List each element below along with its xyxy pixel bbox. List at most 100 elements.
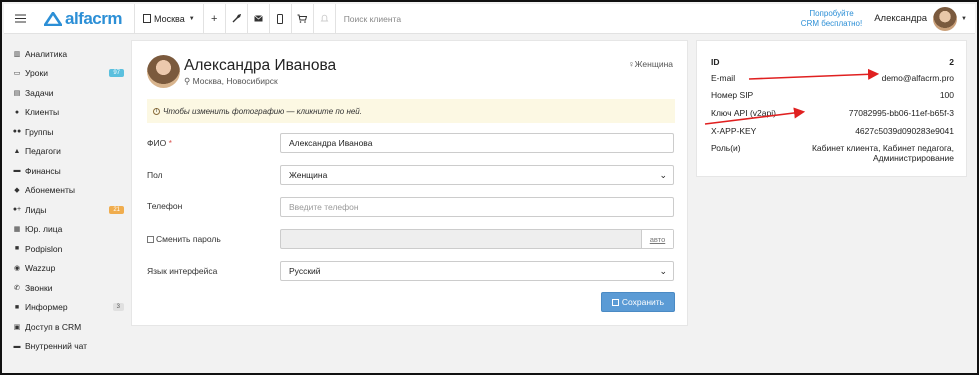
fio-label-text: ФИО [147,138,167,148]
chevron-down-icon: ▼ [188,15,195,22]
sidebar-item-calls[interactable]: ✆ Звонки [12,278,124,298]
top-bar: alfacrm Москва ▼ + Поиск клиента Попробу… [4,3,975,34]
photo-notice-text: Чтобы изменить фотографию — кликните по … [163,106,362,116]
photo-notice: i Чтобы изменить фотографию — кликните п… [147,99,675,123]
sidebar-item-wazzup[interactable]: ◉ Wazzup [12,259,124,279]
phone-icon[interactable] [270,3,292,34]
menu-icon[interactable] [8,4,32,34]
user-name[interactable]: Александра [874,13,927,24]
info-card: ID 2 E-mail demo@alfacrm.pro Номер SIP 1… [696,40,967,177]
fio-label: ФИО * [147,138,172,148]
chat-icon: ▬ [13,342,21,350]
sidebar: ▥ Аналитика ▭ Уроки 97 ▤ Задачи ● Клиент… [12,44,124,356]
profile-name: Александра Иванова [184,56,337,74]
graduation-cap-icon: ▲ [13,147,21,155]
gender-label: Пол [147,170,163,180]
document-icon: ■ [14,245,20,253]
wrench-icon[interactable] [226,3,248,34]
user-icon: ● [14,108,20,116]
save-button[interactable]: Сохранить [601,292,675,312]
profile-name-block: Александра Иванова ⚲ Москва, Новосибирск [184,57,336,87]
count-badge: 21 [109,205,124,214]
bell-icon[interactable] [314,3,336,34]
info-value: 2 [949,57,954,67]
mail-icon[interactable] [248,3,270,34]
sidebar-item-label: Юр. лица [25,224,63,235]
gender-select-value: Женщина [289,170,328,180]
info-row-id: ID 2 [711,57,954,67]
sidebar-item-informer[interactable]: ■ Информер 3 [12,298,124,318]
sidebar-item-label: Внутренний чат [25,341,88,352]
informer-icon: ■ [14,303,20,311]
gender-select[interactable]: Женщина ⌄ [280,165,674,185]
sidebar-item-lessons[interactable]: ▭ Уроки 97 [12,64,124,84]
language-select-value: Русский [289,266,321,276]
info-row-sip: Номер SIP 100 [711,90,954,100]
info-value-line: Администрирование [872,153,954,163]
auto-password-button[interactable]: авто [641,230,673,248]
chevron-down-icon[interactable]: ▼ [961,16,967,22]
info-value[interactable]: 77082995-bb06-11ef-b65f-3 [849,108,954,118]
tasks-icon: ▤ [13,89,21,97]
sidebar-item-internal-chat[interactable]: ▬ Внутренний чат [12,337,124,357]
change-password-checkbox[interactable]: Сменить пароль [147,234,221,244]
profile-city-text: Москва, Новосибирск [192,75,278,86]
logo[interactable]: alfacrm [44,9,130,29]
profile-gender: ♀Женщина [628,59,673,69]
sidebar-item-label: Лиды [25,204,47,215]
sidebar-item-label: Доступ в CRM [25,321,82,332]
promo-link[interactable]: Попробуйте CRM бесплатно! [801,9,862,29]
app-frame: alfacrm Москва ▼ + Поиск клиента Попробу… [0,0,979,375]
promo-line-1: Попробуйте [809,8,854,18]
info-key: Номер SIP [711,90,754,100]
info-row-app-key: X-APP-KEY 4627c5039d090283e9041 [711,126,954,136]
required-marker: * [168,138,172,148]
info-value: 100 [939,90,954,100]
sidebar-item-subscriptions[interactable]: ◆ Абонементы [12,181,124,201]
info-icon: i [153,107,160,115]
building-icon: ▦ [13,226,21,234]
sidebar-item-label: Уроки [25,68,48,79]
plus-icon[interactable]: + [204,3,226,34]
phone-field[interactable]: Введите телефон [280,197,674,217]
floppy-icon [611,298,619,306]
profile-gender-text: Женщина [634,59,673,69]
sidebar-item-finance[interactable]: ▬ Финансы [12,161,124,181]
info-key: Ключ API (v2api) [711,108,776,118]
cart-icon[interactable] [292,3,314,34]
info-value-line: Кабинет клиента, Кабинет педагога, [811,143,954,153]
sidebar-item-clients[interactable]: ● Клиенты [12,103,124,123]
sidebar-item-tasks[interactable]: ▤ Задачи [12,83,124,103]
sidebar-item-label: Педагоги [25,146,61,157]
count-badge: 97 [109,69,124,78]
sidebar-item-legal-entities[interactable]: ▦ Юр. лица [12,220,124,240]
count-badge: 3 [112,303,124,312]
info-key: Роль(и) [711,143,741,153]
info-value: Кабинет клиента, Кабинет педагога, Админ… [812,143,954,163]
search-input[interactable]: Поиск клиента [344,14,801,24]
lock-icon: ▣ [13,323,21,331]
users-icon: ●● [12,128,22,136]
sidebar-item-teachers[interactable]: ▲ Педагоги [12,142,124,162]
sidebar-item-leads[interactable]: ●+ Лиды 21 [12,200,124,220]
calendar-icon: ▭ [13,70,21,78]
profile-photo[interactable] [147,55,180,88]
sidebar-item-label: Звонки [25,282,53,293]
branch-label: Москва [154,13,185,24]
sidebar-item-crm-access[interactable]: ▣ Доступ в CRM [12,317,124,337]
fio-field[interactable]: Александра Иванова [280,133,674,153]
language-select[interactable]: Русский ⌄ [280,261,674,281]
info-key: E-mail [711,73,736,83]
sidebar-item-analytics[interactable]: ▥ Аналитика [12,44,124,64]
checkbox-icon[interactable] [147,236,154,244]
sidebar-item-podpislon[interactable]: ■ Podpislon [12,239,124,259]
chevron-down-icon: ⌄ [659,266,667,276]
profile-city: ⚲ Москва, Новосибирск [184,76,336,87]
sidebar-item-groups[interactable]: ●● Группы [12,122,124,142]
password-field: авто [280,229,674,249]
user-plus-icon: ●+ [12,206,22,214]
info-value[interactable]: 4627c5039d090283e9041 [855,126,954,136]
avatar[interactable] [933,6,958,31]
tag-icon: ◆ [14,187,20,195]
branch-selector[interactable]: Москва ▼ [134,3,204,34]
